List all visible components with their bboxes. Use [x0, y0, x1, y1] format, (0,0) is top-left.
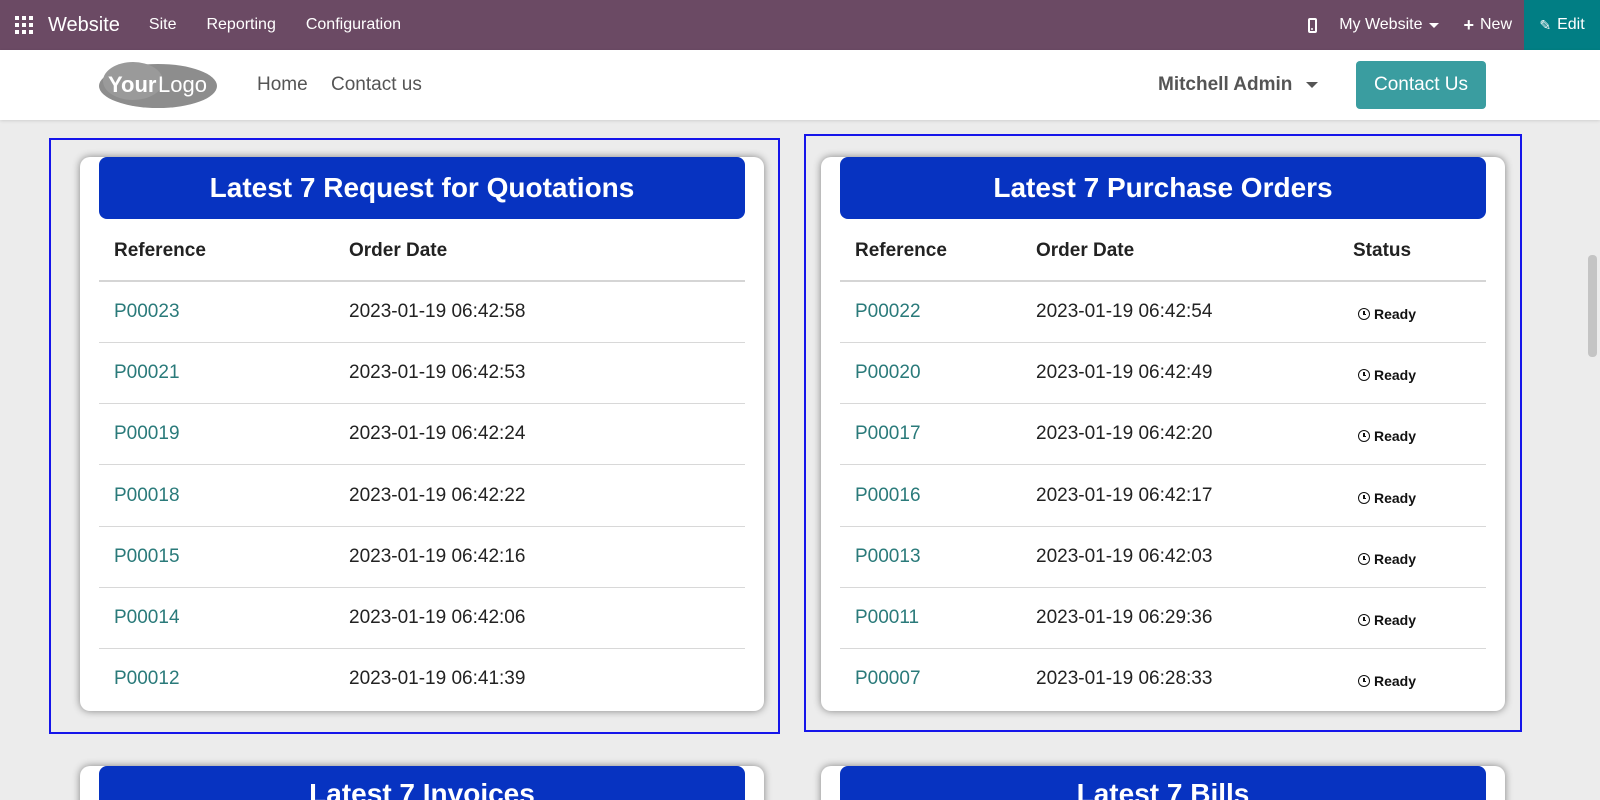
rfq-row-reference-link[interactable]: P00014: [114, 607, 180, 629]
svg-text:Logo: Logo: [158, 72, 207, 97]
pencil-icon: ✎: [1539, 16, 1552, 33]
company-logo[interactable]: Your Logo: [98, 59, 218, 109]
po-row-order-date: 2023-01-19 06:42:17: [1036, 485, 1213, 506]
apps-menu-icon[interactable]: [0, 0, 48, 50]
admin-navbar: Website Site Reporting Configuration My …: [0, 0, 1600, 50]
rfq-col-order-date: Order Date: [349, 240, 448, 261]
bills-card-title: Latest 7 Bills: [840, 766, 1486, 800]
po-row-status-label: Ready: [1374, 428, 1417, 444]
caret-down-icon: [1306, 82, 1319, 88]
invoices-card: Latest 7 Invoices: [80, 766, 764, 800]
caret-down-icon: [1429, 22, 1440, 28]
rfq-card-title: Latest 7 Request for Quotations: [99, 157, 745, 219]
po-row-status-badge: Ready: [1358, 306, 1416, 322]
po-row-status-label: Ready: [1374, 367, 1417, 383]
po-row-status-label: Ready: [1374, 306, 1417, 322]
po-row-order-date: 2023-01-19 06:29:36: [1036, 607, 1213, 628]
po-row-order-date: 2023-01-19 06:42:20: [1036, 423, 1213, 444]
row-divider: [99, 648, 745, 649]
clock-icon: [1358, 430, 1370, 442]
clock-icon: [1358, 369, 1370, 381]
clock-icon: [1358, 614, 1370, 626]
rfq-row-order-date: 2023-01-19 06:42:06: [349, 607, 526, 628]
po-row-order-date: 2023-01-19 06:28:33: [1036, 668, 1213, 689]
po-row-order-date: 2023-01-19 06:42:54: [1036, 301, 1213, 322]
menu-reporting[interactable]: Reporting: [191, 0, 290, 50]
po-row-reference-link[interactable]: P00013: [855, 546, 921, 568]
rfq-row-order-date: 2023-01-19 06:42:24: [349, 423, 526, 444]
po-row-status-badge: Ready: [1358, 612, 1416, 628]
row-divider: [99, 526, 745, 527]
po-row-status-badge: Ready: [1358, 490, 1416, 506]
row-divider: [99, 587, 745, 588]
po-row-order-date: 2023-01-19 06:42:03: [1036, 546, 1213, 567]
rfq-row-order-date: 2023-01-19 06:41:39: [349, 668, 526, 689]
po-row-status-badge: Ready: [1358, 428, 1416, 444]
invoices-card-title: Latest 7 Invoices: [99, 766, 745, 800]
po-col-status: Status: [1353, 240, 1412, 261]
clock-icon: [1358, 675, 1370, 687]
po-row-reference-link[interactable]: P00022: [855, 301, 921, 323]
menu-site[interactable]: Site: [134, 0, 192, 50]
rfq-row-reference-link[interactable]: P00018: [114, 485, 180, 507]
website-switcher-label: My Website: [1339, 16, 1423, 33]
row-divider: [99, 464, 745, 465]
row-divider: [840, 403, 1486, 404]
rfq-row-reference-link[interactable]: P00012: [114, 668, 180, 690]
menu-configuration[interactable]: Configuration: [291, 0, 416, 50]
po-row-reference-link[interactable]: P00016: [855, 485, 921, 507]
clock-icon: [1358, 492, 1370, 504]
po-row-status-label: Ready: [1374, 490, 1417, 506]
row-divider: [840, 342, 1486, 343]
po-row-status-badge: Ready: [1358, 367, 1416, 383]
po-row-status-badge: Ready: [1358, 673, 1416, 689]
rfq-row-order-date: 2023-01-19 06:42:58: [349, 301, 526, 322]
po-row-status-label: Ready: [1374, 551, 1417, 567]
po-row-status-badge: Ready: [1358, 551, 1416, 567]
user-menu[interactable]: Mitchell Admin: [1158, 74, 1319, 96]
nav-home[interactable]: Home: [257, 74, 308, 96]
contact-us-button[interactable]: Contact Us: [1356, 61, 1486, 109]
svg-text:Your: Your: [108, 72, 157, 97]
rfq-row-order-date: 2023-01-19 06:42:22: [349, 485, 526, 506]
po-card-title: Latest 7 Purchase Orders: [840, 157, 1486, 219]
row-divider: [99, 342, 745, 343]
new-button-label: New: [1479, 16, 1512, 33]
new-button[interactable]: + New: [1451, 0, 1524, 50]
po-row-order-date: 2023-01-19 06:42:49: [1036, 362, 1213, 383]
clock-icon: [1358, 308, 1370, 320]
row-divider: [99, 403, 745, 404]
website-switcher[interactable]: My Website: [1329, 0, 1451, 50]
po-col-order-date: Order Date: [1036, 240, 1135, 261]
po-row-reference-link[interactable]: P00007: [855, 668, 921, 690]
po-row-status-label: Ready: [1374, 673, 1417, 689]
po-row-reference-link[interactable]: P00011: [855, 607, 919, 629]
page-scrollbar[interactable]: [1588, 255, 1597, 357]
rfq-row-reference-link[interactable]: P00023: [114, 301, 180, 323]
app-brand[interactable]: Website: [48, 14, 120, 37]
row-divider: [840, 464, 1486, 465]
rfq-row-order-date: 2023-01-19 06:42:16: [349, 546, 526, 567]
po-row-reference-link[interactable]: P00017: [855, 423, 921, 445]
po-row-status-label: Ready: [1374, 612, 1417, 628]
row-divider: [840, 526, 1486, 527]
edit-button[interactable]: ✎ Edit: [1524, 0, 1600, 50]
rfq-col-reference: Reference: [114, 240, 206, 261]
rfq-row-reference-link[interactable]: P00019: [114, 423, 180, 445]
bills-card: Latest 7 Bills: [821, 766, 1505, 800]
po-row-reference-link[interactable]: P00020: [855, 362, 921, 384]
po-col-reference: Reference: [855, 240, 947, 261]
clock-icon: [1358, 553, 1370, 565]
website-header: Your Logo Home Contact us Mitchell Admin…: [0, 50, 1600, 120]
rfq-row-reference-link[interactable]: P00021: [114, 362, 180, 384]
rfq-row-order-date: 2023-01-19 06:42:53: [349, 362, 526, 383]
plus-icon: +: [1463, 14, 1474, 35]
nav-contact-us[interactable]: Contact us: [331, 74, 422, 96]
edit-button-label: Edit: [1557, 16, 1585, 33]
mobile-preview-icon[interactable]: [1295, 0, 1329, 50]
row-divider: [840, 648, 1486, 649]
user-name: Mitchell Admin: [1158, 74, 1293, 95]
rfq-row-reference-link[interactable]: P00015: [114, 546, 180, 568]
row-divider: [840, 587, 1486, 588]
